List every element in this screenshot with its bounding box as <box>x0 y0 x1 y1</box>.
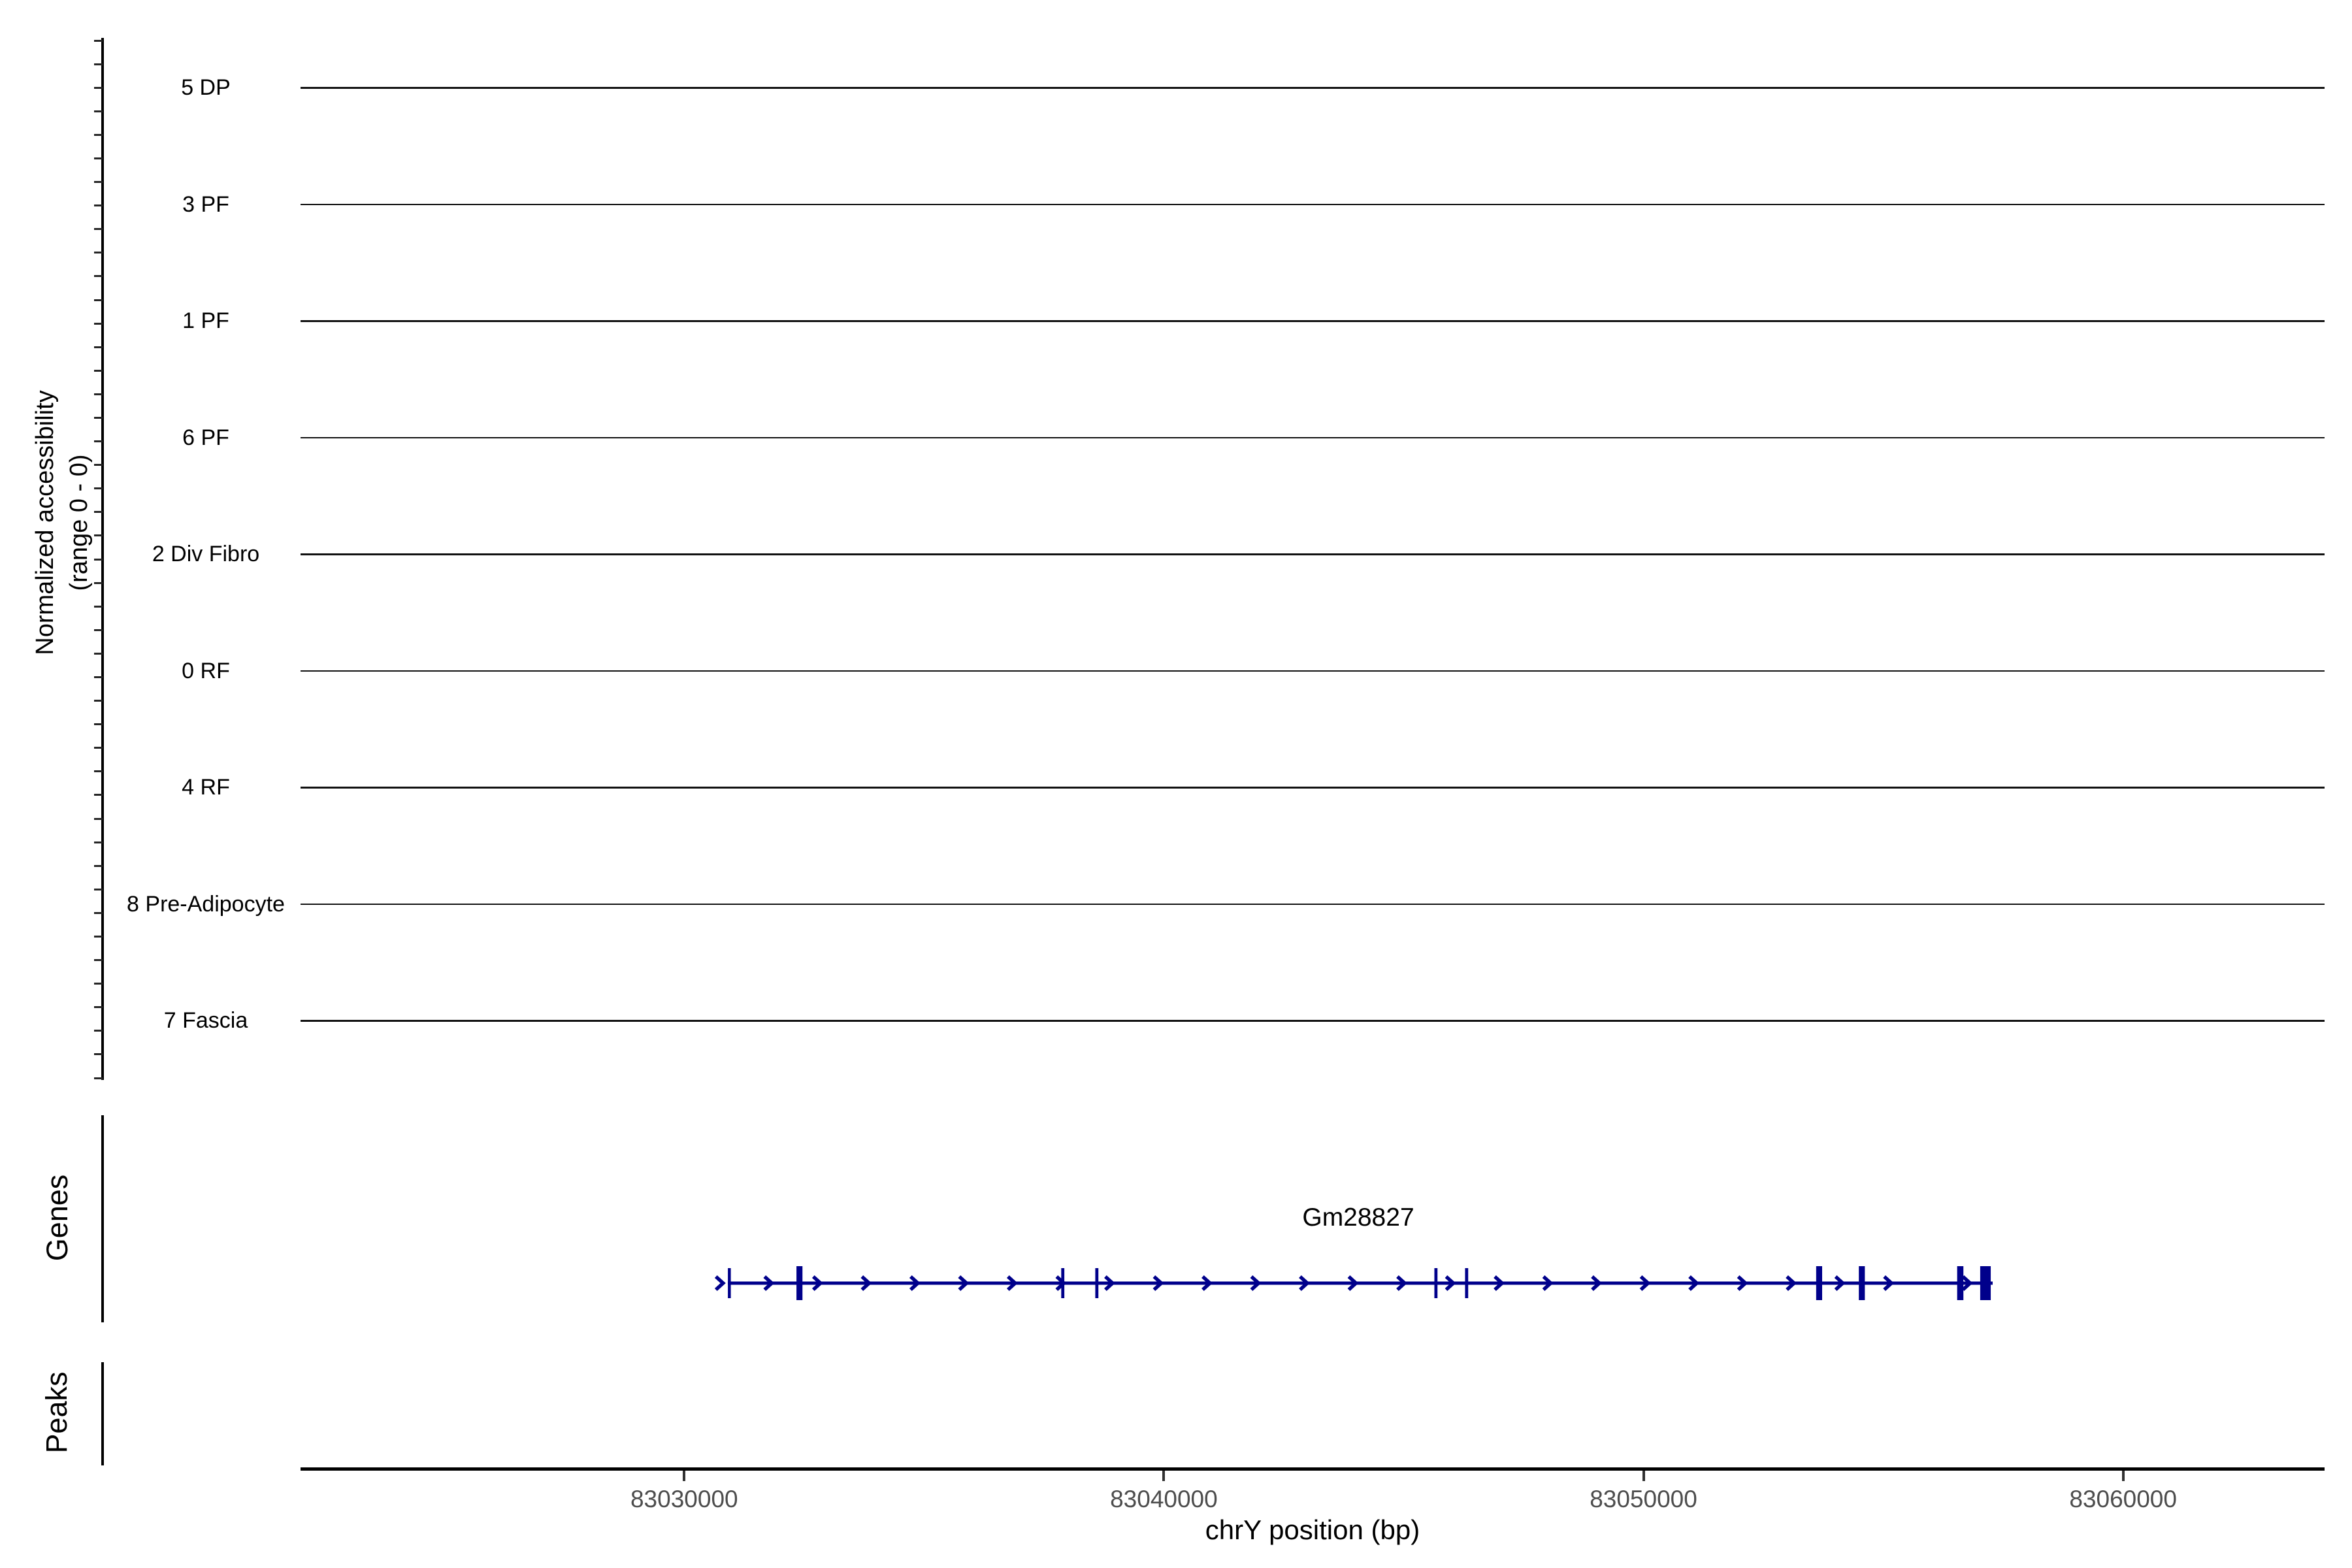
x-axis-tick <box>1162 1471 1166 1481</box>
gene-exon-thin <box>1061 1268 1065 1298</box>
x-axis-tick-label: 83060000 <box>2069 1486 2177 1512</box>
gene-exon-thick <box>1859 1266 1865 1300</box>
genome-track-figure: Normalized accessibility (range 0 - 0) 5… <box>0 0 2352 1568</box>
gene-exon-thick <box>796 1266 803 1300</box>
gene-exon-thin <box>1095 1268 1099 1298</box>
gene-exon-thick <box>1816 1266 1823 1300</box>
x-axis-tick <box>2121 1471 2125 1481</box>
gene-track-svg <box>714 1266 1993 1300</box>
x-axis-tick-label: 83030000 <box>630 1486 738 1512</box>
x-axis-tick-label: 83050000 <box>1590 1486 1697 1512</box>
x-axis-tick <box>683 1471 686 1481</box>
x-axis-title: chrY position (bp) <box>1205 1514 1420 1545</box>
gene-exon-thin <box>728 1268 731 1298</box>
gene-exon-thick <box>1957 1266 1964 1300</box>
gene-direction-arrow-icon <box>714 1275 726 1292</box>
x-axis-tick <box>1642 1471 1645 1481</box>
peaks-bracket-line <box>101 1362 104 1465</box>
x-axis-line <box>301 1467 2325 1471</box>
gene-exon-thin <box>1465 1268 1469 1298</box>
peaks-section-label: Peaks <box>40 1371 73 1454</box>
gene-exon-thick <box>1980 1266 1991 1300</box>
gene-exon-thin <box>1434 1268 1438 1298</box>
x-axis-tick-label: 83040000 <box>1110 1486 1218 1512</box>
